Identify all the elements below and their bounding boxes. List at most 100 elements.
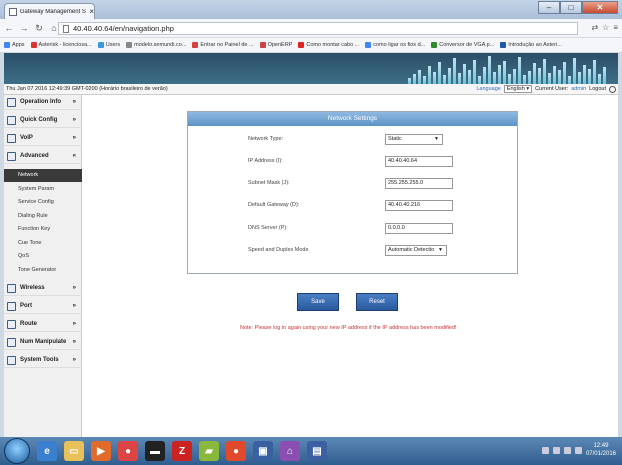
bookmark-item[interactable]: Users (97, 42, 120, 48)
info-bar: Thu Jan 07 2016 12:49:39 GMT-0200 (Horár… (4, 84, 618, 95)
reset-button[interactable]: Reset (356, 293, 398, 311)
start-button[interactable] (4, 438, 30, 464)
language-select[interactable]: English ▾ (503, 85, 533, 93)
sidebar-menu[interactable]: Wireless » (4, 281, 82, 296)
sidebar-menu[interactable]: Port » (4, 299, 82, 314)
browser-tab[interactable]: Gateway Management Sc × (4, 3, 95, 19)
sidebar-subitem[interactable]: QoS (4, 250, 82, 263)
current-datetime: Thu Jan 07 2016 12:49:39 GMT-0200 (Horár… (6, 86, 168, 92)
settings-input[interactable]: 0.0.0.0 (385, 223, 453, 234)
equalizer-bar (543, 59, 546, 84)
settings-row: Network Type: Static ▼ (188, 134, 519, 146)
bookmark-item[interactable]: como ligar os fios d... (365, 42, 425, 48)
sidebar-subitem[interactable]: Cue Tone (4, 237, 82, 250)
notepad-icon[interactable]: ▤ (307, 441, 327, 461)
sidebar-menu[interactable]: Quick Config » (4, 113, 82, 128)
bookmark-item[interactable]: modelo.semundi.co... (126, 42, 186, 48)
back-icon[interactable]: ← (3, 23, 15, 33)
reload-icon[interactable]: ↻ (33, 23, 45, 34)
sidebar-menu[interactable]: Operation Info » (4, 95, 82, 110)
folder-icon[interactable]: ▰ (199, 441, 219, 461)
bookmark-label: como ligar os fios d... (373, 42, 426, 48)
clock-time: 12:49 (593, 443, 609, 449)
console-icon[interactable]: ▬ (145, 441, 165, 461)
equalizer-bar (558, 70, 561, 84)
settings-input[interactable]: 255.255.255.0 (385, 178, 453, 189)
equalizer-bar (563, 62, 566, 84)
address-bar[interactable]: 40.40.40.64/en/navigation.php (58, 22, 578, 35)
chevron-icon: » (72, 99, 76, 105)
bookmark-star-icon[interactable]: ☆ (602, 23, 609, 32)
bookmark-label: OpenERP (267, 42, 293, 48)
sidebar-menu[interactable]: System Tools » (4, 353, 82, 368)
equalizer-bar (593, 60, 596, 84)
settings-select[interactable]: Static ▼ (385, 134, 443, 145)
translate-icon[interactable]: ⇄ (591, 23, 598, 32)
tray-volume-icon[interactable] (574, 446, 582, 454)
tray-flag-icon[interactable] (563, 446, 571, 454)
settings-value: 0.0.0.0 (388, 225, 405, 231)
equalizer-bar (498, 65, 501, 84)
bookmark-item[interactable]: Conversor de VGA p... (431, 42, 494, 48)
sidebar-subitem[interactable]: Network (4, 169, 82, 182)
sidebar-subitem[interactable]: Function Key (4, 223, 82, 236)
sidebar-menu[interactable]: Advanced « (4, 149, 82, 164)
settings-value: Static (388, 136, 402, 142)
settings-label: Network Type: (248, 136, 284, 142)
chrome-icon[interactable]: ● (118, 441, 138, 461)
equalizer-bar (413, 74, 416, 84)
minimize-button[interactable]: – (538, 1, 560, 14)
bookmark-icon (4, 42, 10, 48)
menu-icon[interactable]: ≡ (613, 23, 618, 32)
settings-value: 255.255.255.0 (388, 180, 424, 186)
equalizer-bar (423, 76, 426, 84)
sidebar-subitem[interactable]: Service Config (4, 196, 82, 209)
equalizer-bar (478, 76, 481, 84)
ie-icon[interactable]: e (37, 441, 57, 461)
bookmark-item[interactable]: OpenERP (259, 42, 293, 48)
forward-icon[interactable]: → (18, 23, 30, 33)
tab-close-icon[interactable]: × (89, 7, 94, 16)
sidebar-menu[interactable]: Route » (4, 317, 82, 332)
tray-app-icon[interactable] (541, 446, 549, 454)
current-user-label: Current User: (535, 86, 569, 92)
bookmark-item[interactable]: Apps (4, 42, 25, 48)
filezilla-icon[interactable]: Z (172, 441, 192, 461)
close-window-button[interactable]: ✕ (582, 1, 618, 14)
sidebar-menu-label: VoIP (20, 135, 33, 141)
settings-input[interactable]: 40.40.40.64 (385, 156, 453, 167)
settings-input[interactable]: 40.40.40.216 (385, 200, 453, 211)
virtualbox-icon[interactable]: ▣ (253, 441, 273, 461)
settings-select[interactable]: Automatic Detectio ▼ (385, 245, 447, 256)
clock[interactable]: 12:49 07/01/2016 (586, 442, 616, 458)
maximize-button[interactable]: □ (560, 1, 582, 14)
sidebar-subitem[interactable]: Dialing Rule (4, 210, 82, 223)
remote-desktop-icon[interactable]: ⌂ (280, 441, 300, 461)
tray-network-icon[interactable] (552, 446, 560, 454)
equalizer-bar (463, 64, 466, 84)
bookmark-item[interactable]: Como montar cabo ... (298, 42, 359, 48)
sidebar-menu[interactable]: Num Manipulate » (4, 335, 82, 350)
logout-icon[interactable] (609, 85, 616, 93)
sidebar-subitem[interactable]: System Param (4, 183, 82, 196)
save-button[interactable]: Save (297, 293, 339, 311)
menu-icon (7, 337, 16, 347)
equalizer-bar (458, 73, 461, 84)
system-tray: 12:49 07/01/2016 (541, 442, 616, 458)
bookmark-icon (298, 42, 305, 48)
bookmark-icon (500, 42, 507, 48)
menu-icon (7, 133, 16, 143)
settings-row: Default Gateway (D): 40.40.40.216 (188, 200, 519, 212)
sidebar-menu[interactable]: VoIP » (4, 131, 82, 146)
bookmark-item[interactable]: Asterisk - licenciosa... (30, 42, 92, 48)
chrome-window-icon[interactable]: ● (226, 441, 246, 461)
equalizer-bar (428, 66, 431, 84)
media-player-icon[interactable]: ▶ (91, 441, 111, 461)
file-explorer-icon[interactable]: ▭ (64, 441, 84, 461)
chevron-icon: » (72, 303, 76, 309)
logout-link[interactable]: Logout (589, 86, 606, 92)
bookmark-item[interactable]: Introdução ao Asteri... (500, 42, 562, 48)
sidebar-menu-label: Quick Config (20, 117, 58, 123)
bookmark-item[interactable]: Entrar no Painel de ... (192, 42, 254, 48)
sidebar-subitem[interactable]: Tone Generator (4, 264, 82, 277)
